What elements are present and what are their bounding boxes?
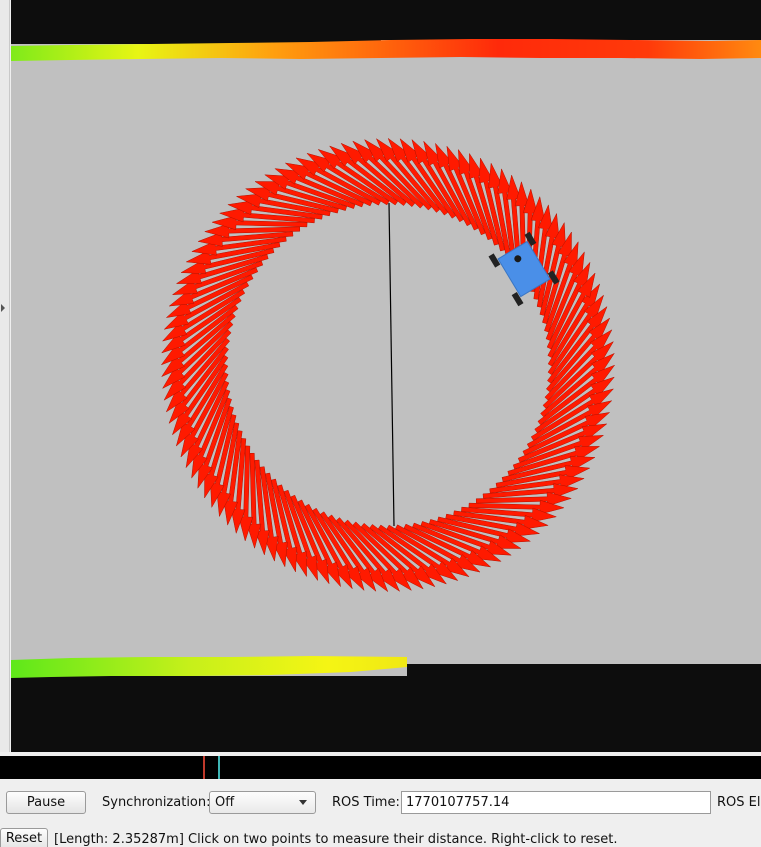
ros-time-label: ROS Time: xyxy=(332,795,400,810)
time-marker-red xyxy=(203,756,205,779)
expand-arrow-icon[interactable] xyxy=(1,304,5,312)
pause-button[interactable]: Pause xyxy=(6,791,86,814)
chevron-down-icon xyxy=(299,800,307,805)
synchronization-label: Synchronization: xyxy=(102,795,211,810)
time-bar xyxy=(0,756,761,779)
collapsed-displays-panel[interactable] xyxy=(0,0,10,752)
3d-render-viewport[interactable] xyxy=(11,0,761,752)
synchronization-select[interactable]: Off xyxy=(209,791,316,814)
viewport-background xyxy=(11,0,761,752)
occupancy-wall-top-right xyxy=(381,0,761,40)
reset-button[interactable]: Reset xyxy=(0,828,48,847)
status-message: [Length: 2.35287m] Click on two points t… xyxy=(54,832,618,847)
ros-elapsed-label: ROS Ela xyxy=(717,795,761,810)
occupancy-wall-top xyxy=(11,0,381,44)
time-marker-cyan xyxy=(218,756,220,779)
time-panel: Pause Synchronization: Off ROS Time: ROS… xyxy=(0,783,761,821)
occupancy-wall-bottom-right xyxy=(407,664,761,752)
ros-time-field[interactable] xyxy=(401,791,711,814)
rviz-window: Pause Synchronization: Off ROS Time: ROS… xyxy=(0,0,761,847)
synchronization-select-value: Off xyxy=(215,795,235,810)
occupancy-wall-bottom-left xyxy=(11,676,407,752)
status-bar: Reset [Length: 2.35287m] Click on two po… xyxy=(0,826,761,847)
